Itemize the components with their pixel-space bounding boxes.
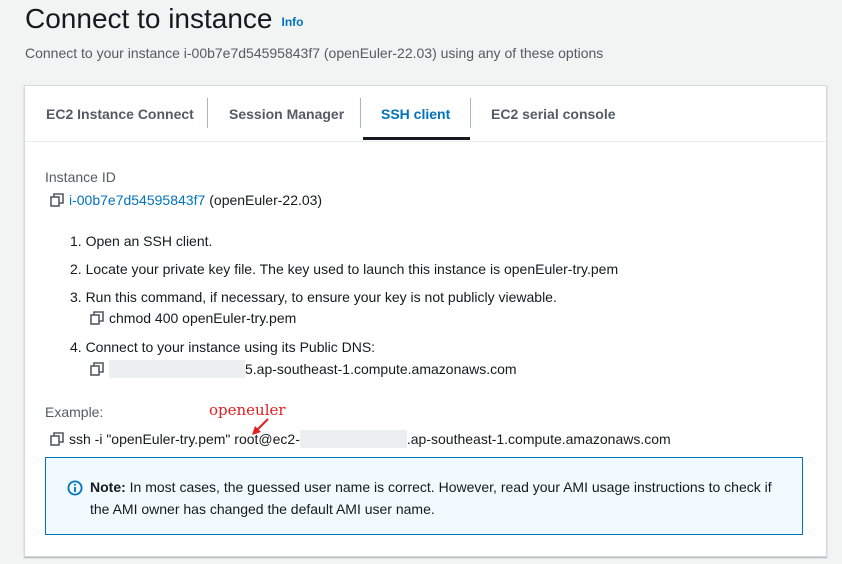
tab-ssh-client[interactable]: SSH client [381, 86, 450, 141]
info-circle-icon [67, 480, 83, 496]
example-label: Example: [45, 404, 104, 420]
tab-session-manager[interactable]: Session Manager [229, 86, 344, 141]
instance-id-link[interactable]: i-00b7e7d54595843f7 [69, 192, 205, 208]
connect-panel: EC2 Instance Connect Session Manager SSH… [24, 85, 827, 557]
tab-separator [470, 98, 471, 128]
tab-active-underline [363, 137, 470, 140]
redacted-ip [299, 430, 407, 448]
note-title: Note: [90, 479, 126, 495]
step-3: 3. Run this command, if necessary, to en… [70, 289, 557, 305]
step-1: 1. Open an SSH client. [70, 233, 213, 249]
chmod-command-row: chmod 400 openEuler-try.pem [90, 310, 296, 326]
copy-icon[interactable] [90, 311, 104, 325]
page-title: Connect to instance Info [25, 3, 304, 35]
note-text: Note: In most cases, the guessed user na… [90, 476, 790, 520]
copy-icon[interactable] [90, 362, 104, 376]
info-link[interactable]: Info [282, 15, 304, 29]
copy-icon[interactable] [50, 432, 64, 446]
tab-bar: EC2 Instance Connect Session Manager SSH… [25, 86, 826, 142]
tab-ec2-instance-connect[interactable]: EC2 Instance Connect [46, 86, 194, 141]
public-dns-row: 5.ap-southeast-1.compute.amazonaws.com [90, 360, 517, 378]
redacted-dns-prefix [109, 360, 245, 378]
instance-id-row: i-00b7e7d54595843f7 (openEuler-22.03) [50, 192, 322, 208]
tab-separator [207, 98, 208, 128]
chmod-command: chmod 400 openEuler-try.pem [109, 310, 297, 326]
note-body: In most cases, the guessed user name is … [90, 479, 772, 517]
step-4: 4. Connect to your instance using its Pu… [70, 339, 376, 355]
example-command-prefix: ssh -i "openEuler-try.pem" root@ec2- [69, 431, 300, 447]
tab-separator [360, 98, 361, 128]
annotation-openeuler: openeuler [209, 401, 286, 419]
copy-icon[interactable] [50, 193, 64, 207]
tab-ec2-serial-console[interactable]: EC2 serial console [491, 86, 616, 141]
instance-name: (openEuler-22.03) [209, 192, 323, 208]
instance-id-label: Instance ID [45, 169, 116, 185]
page-subtitle: Connect to your instance i-00b7e7d545958… [25, 45, 604, 61]
public-dns-suffix: 5.ap-southeast-1.compute.amazonaws.com [245, 361, 517, 377]
example-command-row: ssh -i "openEuler-try.pem" root@ec2- .ap… [50, 430, 671, 448]
info-note: Note: In most cases, the guessed user na… [45, 457, 803, 535]
step-2: 2. Locate your private key file. The key… [70, 261, 619, 277]
page-title-text: Connect to instance [25, 3, 273, 34]
example-command-suffix: .ap-southeast-1.compute.amazonaws.com [406, 431, 671, 447]
